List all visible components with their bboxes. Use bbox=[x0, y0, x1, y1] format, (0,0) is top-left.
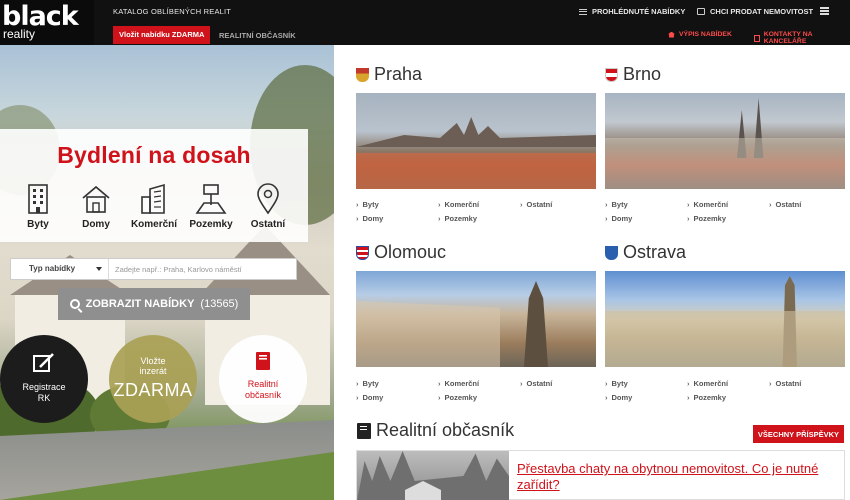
offers-count: (13565) bbox=[200, 298, 239, 310]
city-title-praha[interactable]: Praha bbox=[356, 64, 422, 85]
top-bar: KATALOG OBLÍBENÝCH REALIT PROHLÉDNUTÉ NA… bbox=[0, 0, 850, 24]
hero-headline: Bydlení na dosah bbox=[57, 142, 251, 168]
praha-photo[interactable] bbox=[356, 93, 596, 189]
city-title-brno[interactable]: Brno bbox=[605, 64, 661, 85]
ostrava-link-komercni[interactable]: Komerční bbox=[687, 379, 729, 388]
brno-photo[interactable] bbox=[605, 93, 845, 189]
office-building-icon bbox=[141, 183, 165, 214]
ostrava-link-domy[interactable]: Domy bbox=[605, 393, 633, 402]
book-icon bbox=[357, 422, 371, 439]
register-line1: Registrace bbox=[22, 382, 66, 392]
brno-link-komercni[interactable]: Komerční bbox=[687, 200, 729, 209]
city-name: Brno bbox=[623, 64, 662, 84]
olomouc-link-domy[interactable]: Domy bbox=[356, 393, 384, 402]
brno-link-ostatni[interactable]: Ostatní bbox=[769, 200, 802, 209]
hamburger-menu-icon[interactable] bbox=[820, 7, 829, 15]
register-agency-button[interactable]: Registrace RK bbox=[0, 335, 88, 423]
map-pin-icon bbox=[257, 183, 279, 215]
office-contacts-link[interactable]: KONTAKTY NA KANCELÁŘE bbox=[754, 31, 850, 45]
article-thumbnail[interactable] bbox=[357, 451, 509, 500]
viewed-offers-label: PROHLÉDNUTÉ NABÍDKY bbox=[592, 7, 686, 16]
paper-line2: občasník bbox=[244, 390, 282, 400]
document-icon bbox=[754, 34, 760, 42]
edit-icon bbox=[33, 353, 54, 372]
sell-property-link[interactable]: CHCI PRODAT NEMOVITOST bbox=[697, 7, 813, 16]
show-offers-button[interactable]: ZOBRAZIT NABÍDKY (13565) bbox=[58, 288, 250, 320]
city-name: Olomouc bbox=[374, 242, 447, 262]
search-icon bbox=[69, 299, 80, 309]
post-line2: inzerát bbox=[139, 366, 167, 376]
category-label: Byty bbox=[27, 219, 49, 230]
olomouc-link-byty[interactable]: Byty bbox=[356, 379, 379, 388]
category-domy[interactable]: Domy bbox=[63, 183, 129, 230]
praha-link-domy[interactable]: Domy bbox=[356, 214, 384, 223]
post-offer-free-button[interactable]: Vložit nabídku ZDARMA bbox=[113, 26, 211, 44]
olomouc-link-pozemky[interactable]: Pozemky bbox=[438, 393, 478, 402]
praha-link-komercni[interactable]: Komerční bbox=[438, 200, 480, 209]
logo-subtitle: reality bbox=[3, 27, 36, 41]
newspaper-circle-button[interactable]: Realitní občasník bbox=[219, 335, 307, 423]
ostrava-link-ostatni[interactable]: Ostatní bbox=[769, 379, 802, 388]
article-card: Přestavba chaty na obytnou nemovitost. C… bbox=[356, 450, 845, 500]
building-icon bbox=[28, 184, 48, 214]
ostrava-link-byty[interactable]: Byty bbox=[605, 379, 628, 388]
list-icon bbox=[579, 8, 587, 15]
post-free-big: ZDARMA bbox=[113, 380, 193, 400]
office-contacts-label: KONTAKTY NA KANCELÁŘE bbox=[763, 31, 813, 45]
newspaper-section-title: Realitní občasník bbox=[357, 420, 514, 441]
all-posts-button[interactable]: VŠECHNY PŘÍSPĚVKY bbox=[753, 425, 844, 443]
newspaper-nav-link[interactable]: REALITNÍ OBČASNÍK bbox=[219, 31, 296, 40]
chevron-down-icon bbox=[96, 267, 102, 271]
home-icon bbox=[668, 31, 675, 38]
register-line2: RK bbox=[37, 393, 51, 403]
post-line1: Vložte bbox=[140, 356, 166, 366]
category-label: Ostatní bbox=[250, 219, 286, 230]
newspaper-title-label: Realitní občasník bbox=[376, 420, 515, 440]
post-ad-free-button[interactable]: Vložte inzerát ZDARMA bbox=[109, 335, 197, 423]
offers-list-label: VÝPIS NABÍDEK bbox=[679, 31, 732, 38]
article-title-link[interactable]: Přestavba chaty na obytnou nemovitost. C… bbox=[517, 461, 837, 493]
brno-link-domy[interactable]: Domy bbox=[605, 214, 633, 223]
site-tagline: KATALOG OBLÍBENÝCH REALIT bbox=[113, 7, 232, 16]
offers-list-link[interactable]: VÝPIS NABÍDEK bbox=[668, 31, 732, 38]
ostrava-photo[interactable] bbox=[605, 271, 845, 367]
viewed-offers-link[interactable]: PROHLÉDNUTÉ NABÍDKY bbox=[579, 7, 685, 16]
brno-crest-icon bbox=[605, 67, 618, 82]
site-logo[interactable]: black reality bbox=[0, 0, 94, 45]
tag-icon bbox=[697, 8, 705, 15]
praha-link-byty[interactable]: Byty bbox=[356, 200, 379, 209]
category-byty[interactable]: Byty bbox=[5, 183, 71, 230]
praha-crest-icon bbox=[356, 67, 369, 82]
ostrava-crest-icon bbox=[605, 245, 618, 260]
brno-link-byty[interactable]: Byty bbox=[605, 200, 628, 209]
city-title-ostrava[interactable]: Ostrava bbox=[605, 242, 686, 263]
category-label: Domy bbox=[82, 219, 110, 230]
city-name: Praha bbox=[374, 64, 423, 84]
praha-link-ostatni[interactable]: Ostatní bbox=[520, 200, 553, 209]
offer-type-label: Typ nabídky bbox=[29, 264, 76, 273]
olomouc-crest-icon bbox=[356, 245, 369, 260]
city-title-olomouc[interactable]: Olomouc bbox=[356, 242, 446, 263]
praha-link-pozemky[interactable]: Pozemky bbox=[438, 214, 478, 223]
olomouc-link-komercni[interactable]: Komerční bbox=[438, 379, 480, 388]
ostrava-link-pozemky[interactable]: Pozemky bbox=[687, 393, 727, 402]
category-ostatni[interactable]: Ostatní bbox=[235, 183, 301, 230]
sell-property-label: CHCI PRODAT NEMOVITOST bbox=[710, 7, 814, 16]
house-icon bbox=[82, 185, 110, 213]
book-icon bbox=[256, 352, 270, 370]
location-search-input[interactable] bbox=[115, 259, 295, 279]
search-bar: Typ nabídky bbox=[10, 258, 297, 280]
city-name: Ostrava bbox=[623, 242, 687, 262]
olomouc-photo[interactable] bbox=[356, 271, 596, 367]
olomouc-link-ostatni[interactable]: Ostatní bbox=[520, 379, 553, 388]
land-plot-icon bbox=[195, 184, 227, 214]
paper-line1: Realitní bbox=[247, 379, 279, 389]
offer-type-select[interactable]: Typ nabídky bbox=[11, 259, 109, 279]
brno-link-pozemky[interactable]: Pozemky bbox=[687, 214, 727, 223]
show-offers-label: ZOBRAZIT NABÍDKY bbox=[85, 298, 195, 310]
